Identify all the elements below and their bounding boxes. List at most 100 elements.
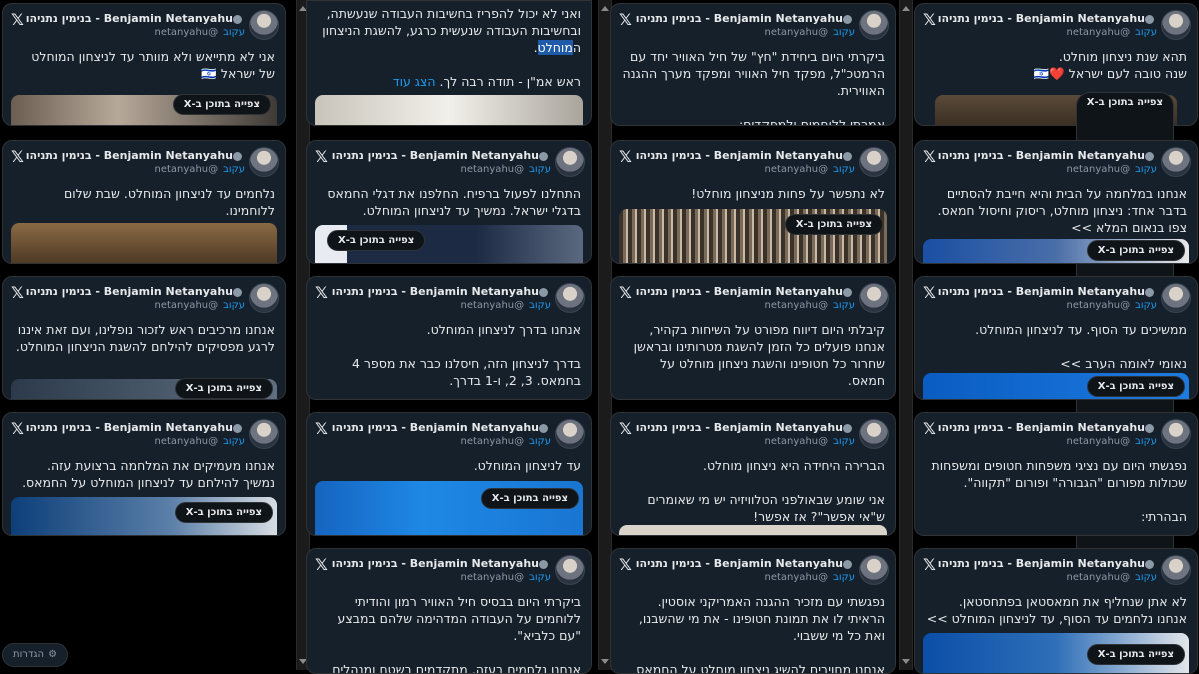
- watch-on-x-button[interactable]: צפייה בתוכן ב-X: [784, 214, 883, 235]
- avatar[interactable]: [1161, 283, 1191, 313]
- tweet-card[interactable]: Benjamin Netanyahu - בנימין נתניהו עקוב@…: [2, 3, 286, 126]
- follow-link[interactable]: עקוב: [1135, 572, 1157, 583]
- watch-on-x-button[interactable]: צפייה בתוכן ב-X: [1086, 376, 1185, 397]
- author-name[interactable]: Benjamin Netanyahu - בנימין נתניהו: [26, 421, 245, 434]
- watch-on-x-button[interactable]: צפייה בתוכן ב-X: [174, 502, 273, 523]
- author-name[interactable]: Benjamin Netanyahu - בנימין נתניהו: [938, 285, 1157, 298]
- tweet-media[interactable]: [315, 95, 583, 125]
- watch-on-x-button[interactable]: צפייה בתוכן ב-X: [1086, 240, 1185, 261]
- tweet-card[interactable]: Benjamin Netanyahu - בנימין נתניהו עקוב@…: [610, 276, 896, 400]
- author-name[interactable]: Benjamin Netanyahu - בנימין נתניהו: [636, 421, 855, 434]
- follow-link[interactable]: עקוב: [833, 572, 855, 583]
- follow-link[interactable]: עקוב: [833, 300, 855, 311]
- tweet-card[interactable]: Benjamin Netanyahu - בנימין נתניהו עקוב@…: [306, 140, 592, 264]
- follow-link[interactable]: עקוב: [1135, 27, 1157, 38]
- follow-link[interactable]: עקוב: [529, 572, 551, 583]
- follow-link[interactable]: עקוב: [223, 300, 245, 311]
- tweet-card[interactable]: ואני לא יכול להפריז בחשיבות העבודה שנעשת…: [306, 0, 592, 126]
- x-logo-icon[interactable]: 𝕏: [923, 555, 936, 574]
- x-logo-icon[interactable]: 𝕏: [11, 147, 24, 166]
- x-logo-icon[interactable]: 𝕏: [923, 419, 936, 438]
- avatar[interactable]: [555, 419, 585, 449]
- follow-link[interactable]: עקוב: [833, 164, 855, 175]
- author-name[interactable]: Benjamin Netanyahu - בנימין נתניהו: [938, 421, 1157, 434]
- follow-link[interactable]: עקוב: [833, 27, 855, 38]
- author-name[interactable]: Benjamin Netanyahu - בנימין נתניהו: [26, 285, 245, 298]
- avatar[interactable]: [249, 419, 279, 449]
- avatar[interactable]: [1161, 555, 1191, 585]
- follow-link[interactable]: עקוב: [223, 436, 245, 447]
- tweet-card[interactable]: Benjamin Netanyahu - בנימין נתניהו עקוב@…: [610, 412, 896, 536]
- x-logo-icon[interactable]: 𝕏: [923, 283, 936, 302]
- avatar[interactable]: [249, 147, 279, 177]
- x-logo-icon[interactable]: 𝕏: [619, 147, 632, 166]
- avatar[interactable]: [1161, 10, 1191, 40]
- settings-button[interactable]: ⚙הגדרות: [2, 643, 69, 667]
- x-logo-icon[interactable]: 𝕏: [619, 419, 632, 438]
- x-logo-icon[interactable]: 𝕏: [315, 147, 328, 166]
- author-name[interactable]: Benjamin Netanyahu - בנימין נתניהו: [332, 149, 551, 162]
- tweet-media[interactable]: [11, 223, 277, 263]
- follow-link[interactable]: עקוב: [1135, 300, 1157, 311]
- tweet-card[interactable]: Benjamin Netanyahu - בנימין נתניהו עקוב@…: [306, 276, 592, 400]
- tweet-card[interactable]: Benjamin Netanyahu - בנימין נתניהו עקוב@…: [914, 548, 1198, 674]
- x-logo-icon[interactable]: 𝕏: [315, 419, 328, 438]
- show-more-link[interactable]: הצג עוד: [393, 74, 436, 89]
- x-logo-icon[interactable]: 𝕏: [923, 10, 936, 29]
- tweet-card[interactable]: Benjamin Netanyahu - בנימין נתניהו עקוב@…: [914, 412, 1198, 536]
- avatar[interactable]: [555, 147, 585, 177]
- author-name[interactable]: Benjamin Netanyahu - בנימין נתניהו: [636, 149, 855, 162]
- avatar[interactable]: [555, 283, 585, 313]
- author-name[interactable]: Benjamin Netanyahu - בנימין נתניהו: [938, 557, 1157, 570]
- follow-link[interactable]: עקוב: [223, 27, 245, 38]
- x-logo-icon[interactable]: 𝕏: [11, 419, 24, 438]
- follow-link[interactable]: עקוב: [529, 436, 551, 447]
- avatar[interactable]: [859, 555, 889, 585]
- watch-on-x-button[interactable]: צפייה בתוכן ב-X: [172, 94, 271, 115]
- tweet-card[interactable]: Benjamin Netanyahu - בנימין נתניהו עקוב@…: [914, 140, 1198, 264]
- tweet-card[interactable]: Benjamin Netanyahu - בנימין נתניהו עקוב@…: [306, 412, 592, 536]
- author-name[interactable]: Benjamin Netanyahu - בנימין נתניהו: [26, 149, 245, 162]
- tweet-card[interactable]: Benjamin Netanyahu - בנימין נתניהו עקוב@…: [2, 412, 286, 536]
- tweet-card[interactable]: Benjamin Netanyahu - בנימין נתניהו עקוב@…: [2, 140, 286, 264]
- tweet-card[interactable]: Benjamin Netanyahu - בנימין נתניהו עקוב@…: [610, 3, 896, 126]
- follow-link[interactable]: עקוב: [529, 164, 551, 175]
- x-logo-icon[interactable]: 𝕏: [619, 283, 632, 302]
- x-logo-icon[interactable]: 𝕏: [315, 555, 328, 574]
- tweet-media[interactable]: [619, 525, 887, 535]
- watch-on-x-button[interactable]: צפייה בתוכן ב-X: [1086, 644, 1185, 665]
- tweet-card[interactable]: Benjamin Netanyahu - בנימין נתניהו עקוב@…: [306, 548, 592, 674]
- avatar[interactable]: [859, 147, 889, 177]
- avatar[interactable]: [859, 10, 889, 40]
- follow-link[interactable]: עקוב: [529, 300, 551, 311]
- avatar[interactable]: [859, 419, 889, 449]
- follow-link[interactable]: עקוב: [833, 436, 855, 447]
- author-name[interactable]: Benjamin Netanyahu - בנימין נתניהו: [938, 149, 1157, 162]
- watch-on-x-button[interactable]: צפייה בתוכן ב-X: [480, 488, 579, 509]
- x-logo-icon[interactable]: 𝕏: [923, 147, 936, 166]
- avatar[interactable]: [859, 283, 889, 313]
- avatar[interactable]: [555, 555, 585, 585]
- avatar[interactable]: [249, 10, 279, 40]
- tweet-card[interactable]: Benjamin Netanyahu - בנימין נתניהו עקוב@…: [2, 276, 286, 400]
- author-name[interactable]: Benjamin Netanyahu - בנימין נתניהו: [938, 12, 1157, 25]
- follow-link[interactable]: עקוב: [1135, 436, 1157, 447]
- x-logo-icon[interactable]: 𝕏: [619, 10, 632, 29]
- x-logo-icon[interactable]: 𝕏: [11, 10, 24, 29]
- watch-on-x-button[interactable]: צפייה בתוכן ב-X: [174, 378, 273, 399]
- watch-on-x-button[interactable]: צפייה בתוכן ב-X: [327, 230, 426, 251]
- tweet-card[interactable]: Benjamin Netanyahu - בנימין נתניהו עקוב@…: [914, 276, 1198, 400]
- author-name[interactable]: Benjamin Netanyahu - בנימין נתניהו: [26, 12, 245, 25]
- tweet-card[interactable]: Benjamin Netanyahu - בנימין נתניהו עקוב@…: [610, 548, 896, 674]
- avatar[interactable]: [1161, 419, 1191, 449]
- x-logo-icon[interactable]: 𝕏: [619, 555, 632, 574]
- x-logo-icon[interactable]: 𝕏: [315, 283, 328, 302]
- author-name[interactable]: Benjamin Netanyahu - בנימין נתניהו: [636, 285, 855, 298]
- x-logo-icon[interactable]: 𝕏: [11, 283, 24, 302]
- avatar[interactable]: [249, 283, 279, 313]
- author-name[interactable]: Benjamin Netanyahu - בנימין נתניהו: [636, 12, 855, 25]
- avatar[interactable]: [1161, 147, 1191, 177]
- follow-link[interactable]: עקוב: [223, 164, 245, 175]
- author-name[interactable]: Benjamin Netanyahu - בנימין נתניהו: [332, 421, 551, 434]
- author-name[interactable]: Benjamin Netanyahu - בנימין נתניהו: [636, 557, 855, 570]
